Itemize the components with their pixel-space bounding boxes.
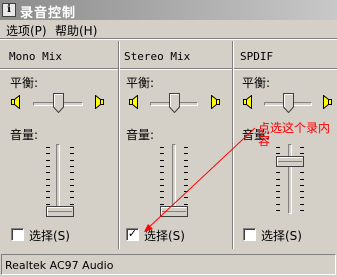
recording-control-window: i 录音控制 选项(P) 帮助(H) Mono Mix 平衡: 音量: 选择(S…	[0, 0, 337, 277]
annotation-text: 点选这个录内容	[258, 121, 331, 148]
status-panel: Realtek AC97 Audio	[1, 254, 336, 275]
status-bar: Realtek AC97 Audio	[0, 251, 337, 277]
status-text: Realtek AC97 Audio	[5, 259, 114, 272]
